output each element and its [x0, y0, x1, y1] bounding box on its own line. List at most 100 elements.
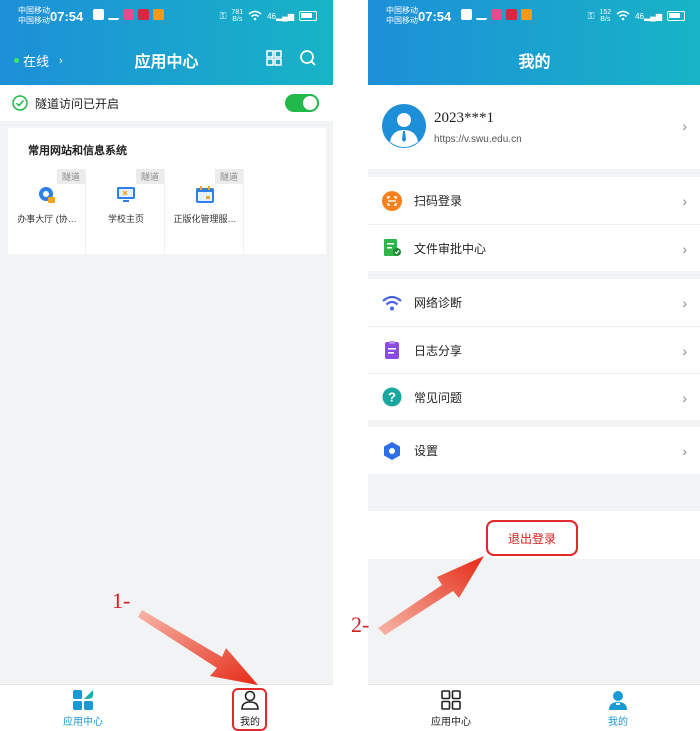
- step-2-label: 2-: [351, 612, 370, 637]
- menu-group-2: 网络诊断 › 日志分享 › ? 常见问题 ›: [368, 279, 700, 420]
- notification-icons: [93, 9, 164, 20]
- app-tile-label: 办事大厅 (协…: [17, 214, 77, 224]
- app-tile-school-homepage[interactable]: 隧道 学校主页: [87, 169, 165, 254]
- app-center-tab-icon: [73, 690, 93, 710]
- tab-app-center[interactable]: 应用中心: [33, 689, 133, 728]
- message-icon: [461, 9, 472, 20]
- download-icon: [476, 9, 487, 20]
- chevron-right-icon: ›: [682, 390, 687, 406]
- menu-item-label: 常见问题: [414, 390, 463, 405]
- network-speed: 781 B/s: [231, 9, 243, 23]
- speed-value: 781: [231, 9, 244, 16]
- grid-tab-icon: [441, 690, 461, 710]
- app-tile-label: 学校主页: [107, 214, 144, 224]
- calendar-icon: [196, 186, 214, 203]
- step-1-label: 1-: [112, 588, 131, 613]
- signal-icon: 46▂▄▆: [267, 11, 294, 21]
- mine-screen: 中国移动 中国移动 07:54 ⚿ 152 B/s 46▂▄▆ 我的 2023*…: [368, 0, 700, 731]
- user-profile-card[interactable]: 2023***1 https://v.swu.edu.cn ›: [368, 85, 700, 169]
- user-url: https://v.swu.edu.cn: [434, 134, 522, 145]
- common-sites-section: 常用网站和信息系统 隧道 办事大厅 (协… 隧道 学校主页 隧道 正版化管理服…: [8, 128, 326, 254]
- tunnel-tag: 隧道: [135, 169, 164, 184]
- app-notify-icon: [123, 9, 134, 20]
- monitor-icon: [117, 187, 135, 202]
- app-center-screen: 中国移动 中国移动 07:54 ⚿ 781 B/s 46▂▄▆ 在线 › 应用中…: [0, 0, 333, 731]
- key-icon: ⚿: [587, 10, 595, 21]
- menu-item-scan-login[interactable]: 扫码登录 ›: [368, 177, 700, 224]
- status-time: 07:54: [418, 9, 452, 24]
- tab-bar: 应用中心 我的: [368, 684, 700, 731]
- carrier-line-1: 中国移动: [386, 6, 418, 15]
- speed-value: 152: [599, 9, 612, 16]
- highlight-box-logout: [486, 520, 578, 556]
- key-icon: ⚿: [219, 10, 227, 21]
- app-notify-icon: [491, 9, 502, 20]
- question-icon: ?: [382, 387, 402, 407]
- section-title: 常用网站和信息系统: [28, 145, 127, 157]
- carrier-line-1: 中国移动: [18, 6, 50, 15]
- tv-notify-icon: [506, 9, 517, 20]
- menu-item-network-diagnosis[interactable]: 网络诊断 ›: [368, 279, 700, 326]
- network-type: 46: [635, 11, 645, 21]
- app-tile-license-management[interactable]: 隧道 正版化管理服…: [166, 169, 244, 254]
- menu-item-file-approval[interactable]: 文件审批中心 ›: [368, 224, 700, 271]
- chevron-right-icon: ›: [682, 343, 687, 359]
- file-approval-icon: [384, 239, 401, 256]
- menu-item-label: 设置: [414, 444, 439, 458]
- signal-icon: 46▂▄▆: [635, 11, 662, 21]
- tab-bar: 应用中心 我的: [0, 684, 333, 731]
- carrier-line-2: 中国移动: [386, 16, 418, 25]
- mine-header: 中国移动 中国移动 07:54 ⚿ 152 B/s 46▂▄▆ 我的: [368, 0, 700, 85]
- speed-unit: B/s: [600, 16, 611, 23]
- app-tile-service-hall[interactable]: 隧道 办事大厅 (协…: [8, 169, 86, 254]
- tab-app-center[interactable]: 应用中心: [401, 689, 501, 728]
- menu-item-label: 网络诊断: [414, 296, 463, 310]
- wifi-status-icon: [616, 10, 630, 23]
- tab-label: 应用中心: [431, 717, 471, 728]
- chevron-right-icon: ›: [682, 443, 687, 459]
- speed-unit: B/s: [232, 16, 243, 23]
- menu-item-log-share[interactable]: 日志分享 ›: [368, 326, 700, 373]
- chevron-right-icon: ›: [682, 118, 687, 134]
- notification-icons: [461, 9, 532, 20]
- carrier-label: 中国移动 中国移动: [386, 6, 418, 26]
- page-title: 我的: [518, 54, 551, 71]
- chevron-right-icon: ›: [682, 241, 687, 257]
- avatar: [382, 104, 426, 148]
- menu-item-settings[interactable]: 设置 ›: [368, 427, 700, 474]
- menu-group-3: 设置 ›: [368, 427, 700, 474]
- app-center-header: 中国移动 中国移动 07:54 ⚿ 781 B/s 46▂▄▆ 在线 › 应用中…: [0, 0, 333, 85]
- tunnel-status-bar: 隧道访问已开启: [0, 85, 333, 121]
- tab-label: 应用中心: [63, 717, 103, 728]
- highlight-box-mine-tab: [232, 688, 267, 731]
- menu-item-label: 日志分享: [414, 343, 463, 358]
- person-filled-icon: [609, 691, 627, 710]
- svg-text:?: ?: [388, 390, 396, 405]
- grid-icon[interactable]: [264, 48, 284, 68]
- search-icon[interactable]: [298, 48, 318, 68]
- download-icon: [108, 9, 119, 20]
- tab-label: 我的: [608, 717, 628, 728]
- check-circle-icon: [12, 95, 28, 111]
- tv-notify-icon: [138, 9, 149, 20]
- network-type: 46: [267, 11, 277, 21]
- battery-icon: [299, 11, 317, 21]
- tunnel-tag: 隧道: [214, 169, 243, 184]
- service-hall-icon: [39, 187, 55, 203]
- carrier-line-2: 中国移动: [18, 16, 50, 25]
- battery-icon: [667, 11, 685, 21]
- status-bar: 中国移动 中国移动 07:54 ⚿ 152 B/s 46▂▄▆: [368, 0, 700, 34]
- menu-item-label: 扫码登录: [414, 194, 463, 208]
- tunnel-toggle[interactable]: [285, 94, 319, 112]
- clipboard-icon: [385, 341, 399, 359]
- app-tile-label: 正版化管理服…: [173, 214, 237, 224]
- wifi-status-icon: [248, 10, 262, 23]
- wifi-icon: [382, 295, 402, 310]
- tab-mine[interactable]: 我的: [568, 689, 668, 728]
- play-notify-icon: [521, 9, 532, 20]
- play-notify-icon: [153, 9, 164, 20]
- menu-item-faq[interactable]: ? 常见问题 ›: [368, 373, 700, 420]
- carrier-label: 中国移动 中国移动: [18, 6, 50, 26]
- user-id: 2023***1: [434, 110, 494, 126]
- system-status: ⚿ 152 B/s 46▂▄▆: [588, 9, 685, 23]
